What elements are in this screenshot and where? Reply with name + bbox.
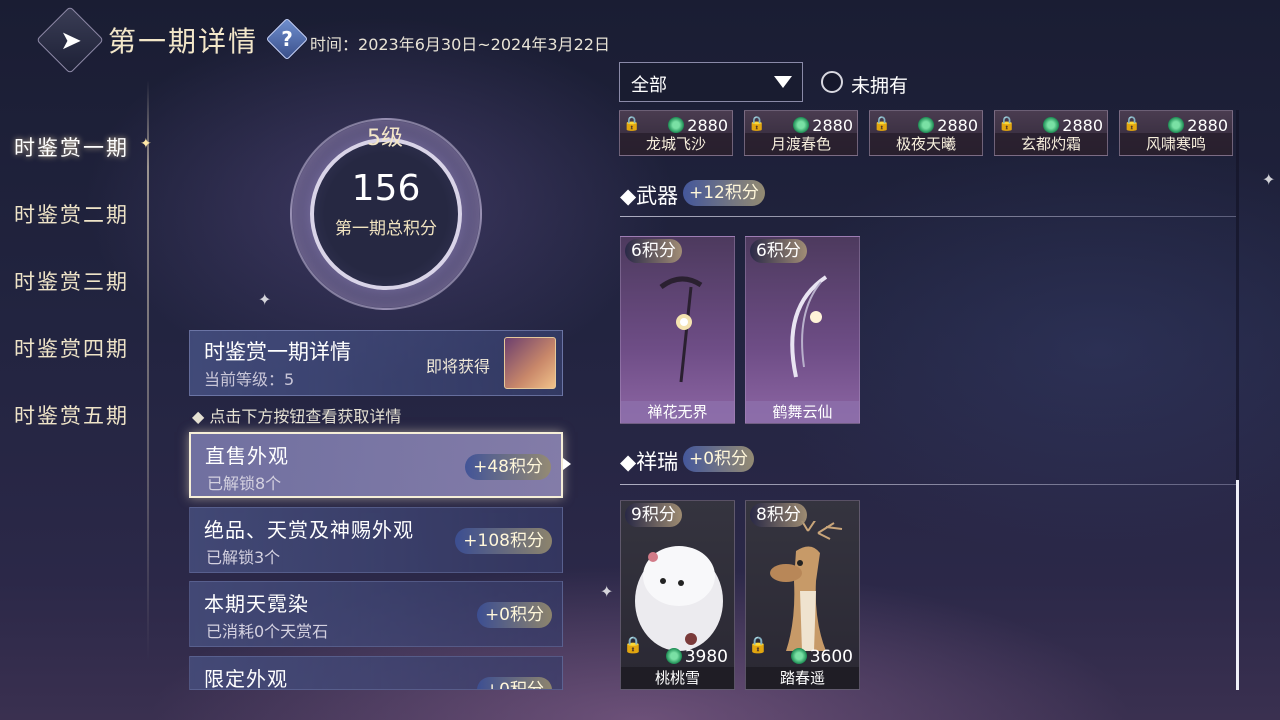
section-auspicious-label: 祥瑞	[636, 450, 679, 474]
sparkle-icon: ✦	[258, 290, 272, 309]
coin-icon	[918, 117, 935, 133]
price: 3980	[665, 647, 728, 667]
pet-card[interactable]: 8积分 🔒 3600 踏春遥	[745, 500, 860, 690]
section-weapons-label: 武器	[636, 184, 679, 208]
total-score: 156	[351, 168, 421, 209]
option-title: 限定外观	[204, 667, 288, 690]
detail-title: 时鉴赏一期详情	[204, 340, 351, 364]
outfit-name: 龙城飞沙	[620, 133, 732, 155]
option-points: +0积分	[476, 677, 552, 689]
outfit-card[interactable]: 🔒 2880 龙城飞沙	[619, 110, 733, 156]
coin-icon	[790, 648, 807, 664]
lock-icon: 🔒	[873, 116, 891, 132]
option-title: 直售外观	[205, 444, 289, 468]
tab-period-3[interactable]: 时鉴赏三期	[14, 266, 129, 296]
reward-thumbnail[interactable]	[504, 337, 556, 389]
sparkle-icon: ✦	[600, 582, 614, 601]
lock-icon: 🔒	[998, 116, 1016, 132]
deer-icon	[770, 521, 843, 651]
selected-arrow-icon	[563, 458, 571, 470]
option-sub: 已解锁8个	[207, 474, 282, 493]
coming-soon-label: 即将获得	[426, 357, 491, 376]
option-dye[interactable]: 本期天霓染 已消耗0个天赏石 +0积分	[189, 581, 563, 647]
blade-weapon-icon	[790, 275, 828, 378]
option-limited[interactable]: 限定外观 +0积分	[189, 656, 563, 690]
item-name: 鹤舞云仙	[746, 401, 859, 423]
tab-period-5[interactable]: 时鉴赏五期	[14, 400, 129, 430]
lock-icon: 🔒	[623, 116, 641, 132]
coin-icon	[665, 648, 682, 664]
tab-period-1[interactable]: 时鉴赏一期	[14, 132, 129, 162]
section-weapons-title: ◆武器	[620, 184, 679, 208]
time-range: 时间：2023年6月30日~2024年3月22日	[310, 31, 610, 55]
level-text: 5级	[367, 126, 403, 151]
option-title: 绝品、天赏及神赐外观	[204, 518, 414, 542]
outfit-name: 极夜天曦	[870, 133, 982, 155]
tab-divider	[147, 80, 149, 660]
section-divider	[620, 484, 1236, 485]
coin-icon	[1043, 117, 1060, 133]
option-points: +48积分	[465, 454, 551, 480]
chevron-down-icon	[774, 76, 792, 88]
outfit-card[interactable]: 🔒 2880 玄都灼霜	[994, 110, 1108, 156]
coin-icon	[1168, 117, 1185, 133]
outfit-card[interactable]: 🔒 2880 月渡春色	[744, 110, 858, 156]
option-direct-sale[interactable]: 直售外观 已解锁8个 +48积分	[189, 432, 563, 498]
scrollbar-thumb[interactable]	[1236, 480, 1239, 690]
tab-period-2[interactable]: 时鉴赏二期	[14, 199, 129, 229]
section-divider	[620, 216, 1236, 217]
time-value: 2023年6月30日~2024年3月22日	[358, 35, 610, 54]
outfit-name: 月渡春色	[745, 133, 857, 155]
item-points: 6积分	[625, 239, 682, 263]
item-points: 8积分	[750, 503, 807, 527]
outfit-name: 玄都灼霜	[995, 133, 1107, 155]
hint-text: ◆ 点击下方按钮查看获取详情	[192, 407, 402, 426]
fluffy-rabbit-icon	[635, 546, 723, 651]
time-label: 时间：	[310, 35, 359, 54]
price-value: 3600	[809, 647, 853, 667]
lock-icon: 🔒	[748, 116, 766, 132]
item-points: 6积分	[750, 239, 807, 263]
outfit-name: 风啸寒鸣	[1120, 133, 1232, 155]
weapon-card[interactable]: 6积分 鹤舞云仙	[745, 236, 860, 424]
staff-weapon-icon	[659, 276, 703, 383]
item-points: 9积分	[625, 503, 682, 527]
sparkle-icon: ✦	[1262, 170, 1276, 189]
question-mark-icon: ?	[281, 27, 293, 51]
pet-card[interactable]: 9积分 🔒 3980 桃桃雪	[620, 500, 735, 690]
item-name: 桃桃雪	[621, 667, 734, 689]
section-weapons-points: +12积分	[683, 180, 765, 206]
current-level: 当前等级：5	[204, 370, 295, 389]
option-title: 本期天霓染	[204, 592, 309, 616]
outfit-card[interactable]: 🔒 2880 极夜天曦	[869, 110, 983, 156]
price-value: 3980	[684, 647, 728, 667]
back-arrow-icon: ➤	[60, 26, 82, 56]
filter-selected: 全部	[631, 75, 667, 96]
price: 3600	[790, 647, 853, 667]
not-owned-label[interactable]: 未拥有	[851, 71, 908, 98]
outfit-card[interactable]: 🔒 2880 风啸寒鸣	[1119, 110, 1233, 156]
section-auspicious-title: ◆祥瑞	[620, 450, 679, 474]
active-tab-marker-icon: ✦	[140, 136, 152, 152]
not-owned-radio[interactable]	[821, 71, 843, 93]
lock-icon: 🔒	[748, 635, 768, 654]
weapon-card[interactable]: 6积分 禅花无界	[620, 236, 735, 424]
coin-icon	[668, 117, 685, 133]
option-points: +108积分	[455, 528, 552, 554]
option-sub: 已消耗0个天赏石	[206, 622, 329, 641]
option-premium[interactable]: 绝品、天赏及神赐外观 已解锁3个 +108积分	[189, 507, 563, 573]
hint-label: 点击下方按钮查看获取详情	[209, 407, 402, 426]
option-points: +0积分	[476, 602, 552, 628]
item-name: 踏春遥	[746, 667, 859, 689]
coin-icon	[793, 117, 810, 133]
section-auspicious-points: +0积分	[683, 446, 755, 472]
tab-period-4[interactable]: 时鉴赏四期	[14, 333, 129, 363]
lock-icon: 🔒	[1123, 116, 1141, 132]
item-name: 禅花无界	[621, 401, 734, 423]
lock-icon: 🔒	[623, 635, 643, 654]
total-score-label: 第一期总积分	[335, 219, 437, 239]
page-title: 第一期详情	[108, 25, 259, 58]
option-sub: 已解锁3个	[206, 548, 281, 567]
